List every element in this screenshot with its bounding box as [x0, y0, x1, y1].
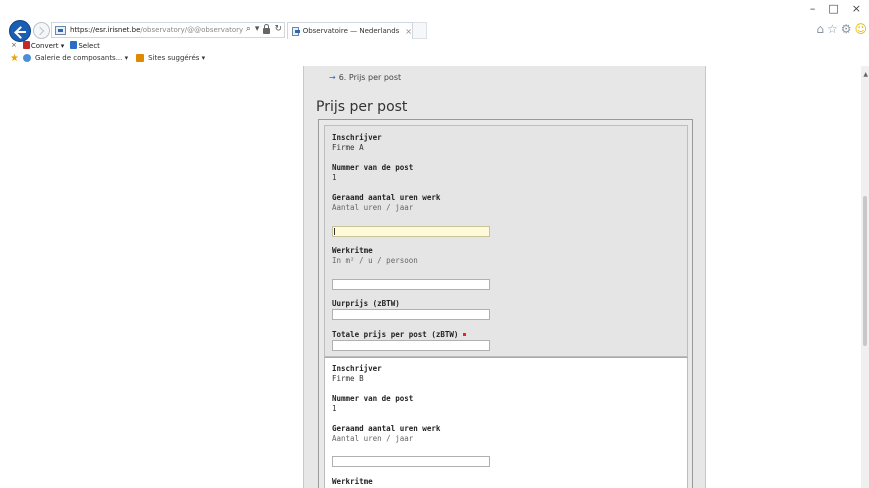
hours-label: Geraamd aantal uren werk [332, 424, 441, 433]
tab-title: Observatoire — Nederlands [302, 27, 400, 35]
select-icon [70, 40, 78, 49]
hourly-price-input[interactable] [332, 309, 490, 320]
pdf-icon [22, 40, 30, 49]
page-area: → 6. Prijs per post Prijs per post Inschr… [0, 66, 869, 488]
command-bar: × Convert ▾ Select [0, 39, 869, 51]
gallery-link[interactable]: Galerie de composants... ▾ [35, 54, 128, 62]
forward-arrow-icon[interactable] [33, 22, 50, 39]
feedback-smiley-icon[interactable]: ☺ [854, 22, 867, 36]
hours-label: Geraamd aantal uren werk [332, 193, 441, 202]
page-scrollbar[interactable]: ▲ [861, 66, 869, 488]
arrow-right-icon: → [329, 73, 336, 82]
minimize-icon[interactable]: – [810, 2, 816, 15]
inschrijver-label: Inschrijver [332, 364, 382, 373]
dropdown-caret-icon[interactable]: ▾ [255, 24, 260, 34]
toolbar-icons: ⌂ ☆ ⚙ ☺ [816, 22, 867, 36]
breadcrumb[interactable]: → 6. Prijs per post [329, 73, 401, 82]
post-number-value: 1 [332, 173, 337, 182]
hours-hint: Aantal uren / jaar [332, 434, 414, 443]
search-icon[interactable]: ⌕ [246, 24, 251, 34]
settings-gear-icon[interactable]: ⚙ [841, 22, 852, 36]
post-number-label: Nummer van de post [332, 394, 414, 403]
total-price-label: Totale prijs per post (zBTW) [332, 330, 467, 339]
work-rhythm-label: Werkritme [332, 477, 373, 486]
tab-favicon-icon [292, 26, 300, 36]
work-rhythm-input[interactable] [332, 279, 490, 290]
post-number-label: Nummer van de post [332, 163, 414, 172]
scroll-thumb[interactable] [863, 196, 867, 346]
post-number-value: 1 [332, 404, 337, 413]
tab-close-icon[interactable]: × [405, 27, 412, 36]
window-controls: – □ × [810, 2, 861, 15]
hours-input[interactable] [332, 456, 490, 467]
work-rhythm-label: Werkritme [332, 246, 373, 255]
favorites-star-icon[interactable]: ☆ [827, 22, 838, 36]
page-title: Prijs per post [316, 99, 408, 115]
inschrijver-label: Inschrijver [332, 133, 382, 142]
hours-input[interactable] [332, 226, 490, 237]
convert-button[interactable]: Convert ▾ [22, 40, 64, 50]
scroll-up-icon[interactable]: ▲ [863, 71, 868, 78]
refresh-icon[interactable]: ↻ [274, 24, 282, 34]
inschrijver-value: Firme B [332, 374, 364, 383]
browser-chrome: https://esr.irisnet.be/observatory/@@obs… [0, 0, 869, 66]
site-favicon-icon [55, 25, 66, 35]
hourly-price-label: Uurprijs (zBTW) [332, 299, 400, 308]
inschrijver-value: Firme A [332, 143, 364, 152]
address-bar-tools: ⌕ ▾ ↻ [246, 23, 282, 34]
content-column: → 6. Prijs per post Prijs per post Inschr… [303, 66, 706, 488]
select-button[interactable]: Select [70, 40, 100, 50]
total-price-input[interactable] [332, 340, 490, 351]
work-rhythm-hint: In m² / u / persoon [332, 256, 418, 265]
hours-hint: Aantal uren / jaar [332, 203, 414, 212]
price-per-post-section: Inschrijver Firme A Nummer van de post 1… [318, 119, 693, 488]
tab-observatoire[interactable]: Observatoire — Nederlands × [287, 22, 413, 39]
maximize-icon[interactable]: □ [828, 2, 838, 15]
lock-icon[interactable] [263, 23, 271, 34]
gallery-icon [22, 54, 31, 62]
entry-firme-a: Inschrijver Firme A Nummer van de post 1… [324, 125, 688, 357]
required-marker-icon [463, 333, 467, 336]
close-command-bar-icon[interactable]: × [11, 41, 17, 49]
favorites-icon[interactable]: ★ [10, 53, 19, 64]
close-window-icon[interactable]: × [852, 2, 861, 15]
address-bar[interactable]: https://esr.irisnet.be/observatory/@@obs… [51, 22, 285, 38]
favorites-bar: ★ Galerie de composants... ▾ Sites suggé… [0, 52, 869, 64]
text-cursor [334, 228, 335, 235]
suggested-sites-link[interactable]: Sites suggérés ▾ [148, 54, 205, 62]
url-text: https://esr.irisnet.be/observatory/@@obs… [70, 26, 244, 34]
new-tab-button[interactable] [413, 22, 427, 39]
entry-firme-b: Inschrijver Firme B Nummer van de post 1… [324, 357, 688, 488]
home-icon[interactable]: ⌂ [816, 22, 824, 36]
suggested-sites-icon [136, 54, 145, 62]
